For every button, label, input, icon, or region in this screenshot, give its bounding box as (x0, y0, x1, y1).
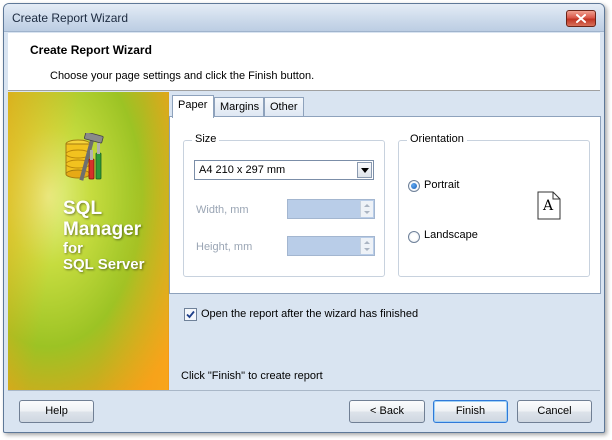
height-label: Height, mm (196, 241, 253, 253)
tab-margins[interactable]: Margins (214, 97, 264, 117)
product-line-1: SQL (63, 198, 103, 219)
finish-button[interactable]: Finish (433, 400, 508, 423)
chevron-down-icon (360, 167, 369, 173)
width-spin-buttons (360, 201, 373, 217)
paper-tab-panel: Size A4 210 x 297 mm Width, mm Height, m… (169, 116, 601, 294)
size-group: Size A4 210 x 297 mm Width, mm Height, m… (183, 133, 385, 277)
page-glyph: A (543, 198, 554, 214)
back-button[interactable]: < Back (349, 400, 425, 423)
height-spin-buttons (360, 238, 373, 254)
open-report-checkbox[interactable] (184, 308, 197, 321)
landscape-radio[interactable] (408, 231, 420, 243)
open-report-label[interactable]: Open the report after the wizard has fin… (201, 308, 418, 320)
wizard-content: Paper Margins Other Size A4 210 x 297 mm… (169, 92, 601, 390)
back-button-label: < Back (370, 405, 404, 417)
database-tools-icon (65, 133, 104, 181)
header-subtitle: Choose your page settings and click the … (50, 70, 315, 82)
help-button-label: Help (45, 405, 68, 417)
size-group-label: Size (192, 133, 220, 145)
page-orientation-preview: A (537, 191, 561, 220)
finish-button-label: Finish (455, 405, 486, 417)
product-name: SQL Manager for SQL Server (63, 199, 144, 273)
tab-paper[interactable]: Paper (172, 95, 214, 118)
product-line-4: SQL Server (63, 256, 145, 273)
tab-other[interactable]: Other (264, 97, 304, 117)
width-spinner (287, 199, 375, 219)
portrait-label[interactable]: Portrait (424, 179, 459, 191)
wizard-window: Create Report Wizard Create Report Wizar… (3, 3, 605, 433)
product-banner: SQL Manager for SQL Server (8, 92, 169, 390)
dropdown-button[interactable] (357, 162, 372, 178)
button-bar: Help < Back Finish Cancel (8, 391, 600, 429)
title-bar[interactable]: Create Report Wizard (4, 4, 604, 32)
checkmark-icon (186, 310, 195, 319)
close-button[interactable] (566, 10, 596, 27)
paper-size-select[interactable]: A4 210 x 297 mm (194, 160, 374, 180)
close-icon (576, 14, 586, 23)
status-text: Click "Finish" to create report (181, 370, 323, 382)
cancel-button-label: Cancel (537, 405, 572, 417)
landscape-label[interactable]: Landscape (424, 229, 478, 241)
header-title: Create Report Wizard (30, 43, 152, 57)
height-spinner (287, 236, 375, 256)
window-title: Create Report Wizard (12, 11, 129, 25)
help-button[interactable]: Help (19, 400, 94, 423)
orientation-group-label: Orientation (407, 133, 467, 145)
product-line-3: for (63, 240, 83, 257)
portrait-radio[interactable] (408, 180, 420, 192)
cancel-button[interactable]: Cancel (517, 400, 592, 423)
orientation-group: Orientation Portrait Landscape A (398, 133, 590, 277)
product-line-2: Manager (63, 219, 142, 240)
wizard-header: Create Report Wizard Choose your page se… (8, 33, 600, 91)
paper-size-value: A4 210 x 297 mm (199, 164, 286, 176)
width-label: Width, mm (196, 204, 249, 216)
